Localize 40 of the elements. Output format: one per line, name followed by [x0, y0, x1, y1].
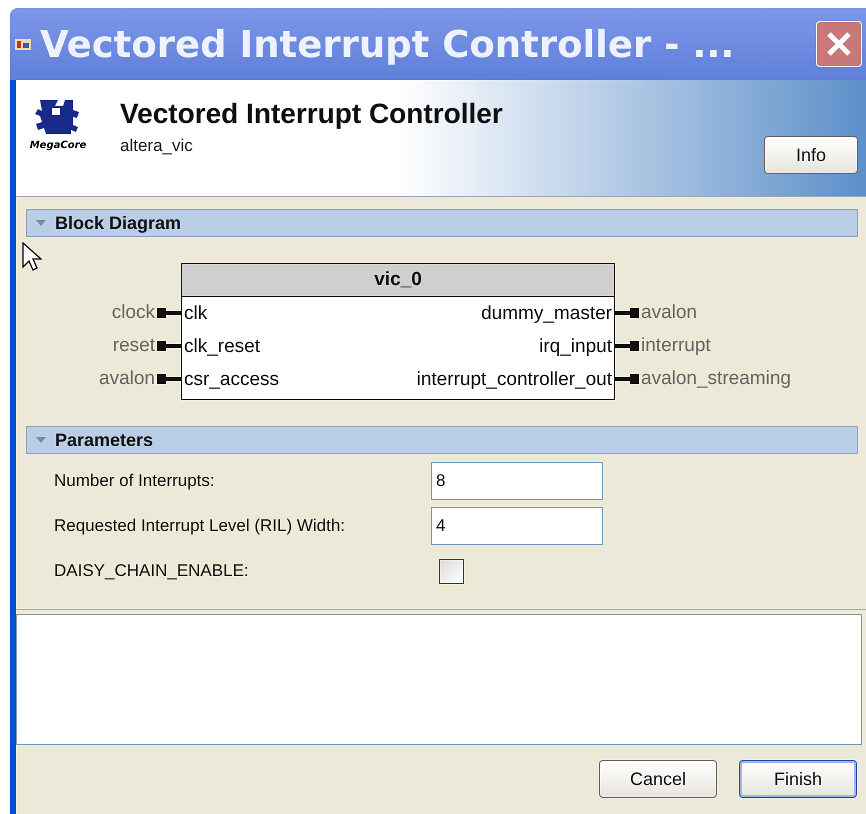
port-connector-icon: [157, 372, 181, 386]
port-label: irq_input: [539, 336, 612, 358]
close-button[interactable]: [816, 21, 862, 67]
section-header[interactable]: Block Diagram: [26, 209, 858, 237]
section-header[interactable]: Parameters: [26, 426, 858, 454]
external-interface-label: interrupt: [641, 334, 711, 356]
external-interface-label: avalon: [99, 368, 155, 390]
external-interface-label: avalon: [641, 302, 697, 324]
port-label: interrupt_controller_out: [416, 368, 612, 390]
info-button[interactable]: Info: [764, 136, 858, 174]
port-label: dummy_master: [481, 302, 612, 324]
section-title: Parameters: [55, 430, 154, 450]
external-interface-label: reset: [112, 334, 155, 356]
window-title: Vectored Interrupt Controller - ...: [40, 22, 736, 66]
port-connector-icon: [157, 306, 181, 320]
logo-text: MegaCore: [30, 140, 86, 151]
external-interface-label: avalon_streaming: [641, 368, 791, 390]
component-name: vic_0: [374, 269, 422, 291]
dialog-button[interactable]: Cancel: [599, 760, 717, 798]
mouse-pointer-icon: [22, 242, 42, 272]
port-connector-icon: [615, 338, 639, 352]
parameter-field[interactable]: 4: [431, 507, 603, 545]
port-label: clk_reset: [184, 336, 260, 358]
port-label: clk: [184, 302, 208, 324]
external-interface-label: clock: [112, 302, 155, 324]
parameter-label: DAISY_CHAIN_ENABLE:: [54, 561, 250, 581]
port-connector-icon: [157, 338, 181, 352]
parameter-checkbox[interactable]: [439, 558, 464, 584]
parameter-label: Requested Interrupt Level (RIL) Width:: [54, 516, 346, 536]
component-subtitle: altera_vic: [120, 136, 194, 156]
port-connector-icon: [615, 372, 639, 386]
section-title: Block Diagram: [55, 212, 182, 234]
component-title: Vectored Interrupt Controller: [120, 98, 504, 130]
collapse-triangle-icon[interactable]: [35, 218, 47, 228]
dialog-button[interactable]: Finish: [739, 760, 857, 798]
collapse-triangle-icon[interactable]: [35, 435, 47, 445]
parameter-field[interactable]: 8: [431, 462, 603, 500]
port-label: csr_access: [184, 368, 280, 390]
port-connector-icon: [615, 306, 639, 320]
parameter-label: Number of Interrupts:: [54, 471, 216, 491]
